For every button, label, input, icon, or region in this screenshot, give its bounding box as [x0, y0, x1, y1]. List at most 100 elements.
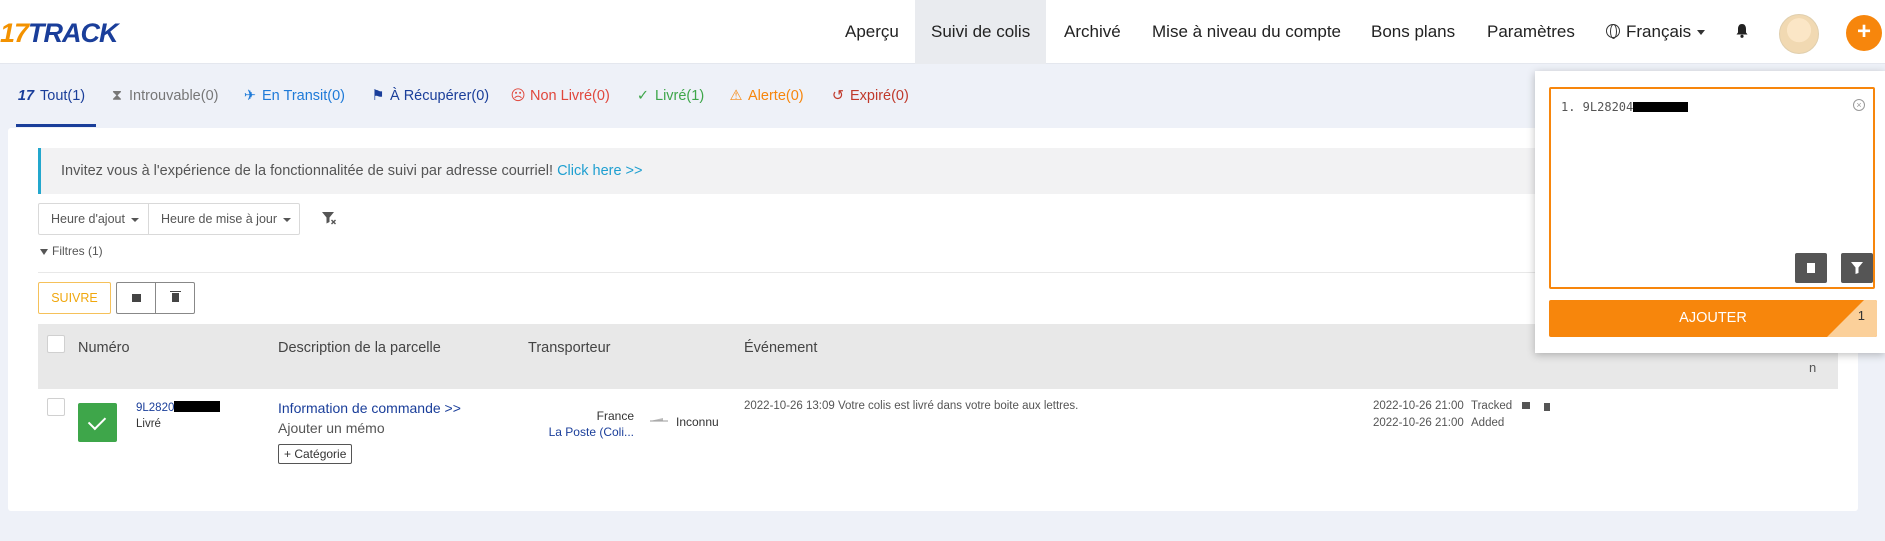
- caret-down-icon: [283, 217, 292, 222]
- top-navbar: 17TRACK Aperçu Suivi de colis Archivé Mi…: [0, 0, 1885, 64]
- language-selector[interactable]: Français: [1606, 0, 1706, 64]
- follow-button[interactable]: SUIVRE: [38, 282, 111, 314]
- banner-link[interactable]: Click here >>: [557, 163, 642, 179]
- delivered-status-icon: [78, 403, 117, 442]
- filters-label: Filtres (1): [52, 244, 103, 258]
- 17-logo-icon: 17: [17, 88, 35, 104]
- archive-icon: [1522, 402, 1530, 409]
- tracking-number-textarea[interactable]: 1. 9L28204 ×: [1549, 87, 1875, 289]
- submit-tracking-button[interactable]: AJOUTER 1: [1549, 300, 1877, 337]
- nav-apercu[interactable]: Aperçu: [829, 0, 915, 64]
- added-label: Added: [1471, 417, 1505, 429]
- trash-icon: [1544, 403, 1550, 411]
- row-checkbox[interactable]: [47, 398, 65, 416]
- select-all-checkbox[interactable]: [47, 335, 65, 353]
- origin-country: France: [596, 409, 634, 423]
- history-icon: ↺: [831, 88, 845, 104]
- tab-en-transit[interactable]: ✈ En Transit(0): [242, 65, 345, 127]
- sad-face-icon: ☹: [510, 88, 526, 104]
- tab-label: En Transit(0): [262, 88, 345, 104]
- col-carrier: Transporteur: [528, 340, 611, 356]
- archive-icon: [132, 294, 141, 302]
- banner-text: Invitez vous à l'expérience de la foncti…: [61, 163, 554, 179]
- destination-country: Inconnu: [676, 415, 719, 429]
- redaction: [1633, 102, 1689, 112]
- check-icon: ✓: [636, 88, 650, 104]
- nav-archive[interactable]: Archivé: [1048, 0, 1137, 64]
- latest-event: 2022-10-26 13:09 Votre colis est livré d…: [744, 400, 1079, 412]
- caret-down-icon: [130, 217, 139, 222]
- trash-icon: [170, 291, 181, 302]
- bulk-action-group: [116, 282, 195, 314]
- sort-updated-dropdown[interactable]: Heure de mise à jour: [149, 204, 299, 234]
- submit-label: AJOUTER: [1679, 310, 1747, 326]
- tab-expire[interactable]: ↺ Expiré(0): [830, 65, 909, 127]
- airplane-icon: ✈: [243, 88, 257, 104]
- clear-all-button[interactable]: [1795, 253, 1827, 283]
- clear-input-icon[interactable]: ×: [1853, 99, 1865, 111]
- tab-all[interactable]: 17 Tout(1): [16, 65, 96, 127]
- add-memo-link[interactable]: Ajouter un mémo: [278, 420, 385, 436]
- tab-label: Non Livré(0): [530, 88, 610, 104]
- language-label: Français: [1626, 22, 1692, 41]
- added-time: 2022-10-26 21:00: [1373, 417, 1464, 429]
- tab-label: À Récupérer(0): [390, 88, 490, 104]
- arrow-right-icon: [650, 418, 668, 422]
- add-tracking-button[interactable]: +: [1846, 15, 1882, 51]
- table-row[interactable]: 9L2820 Livré Information de commande >> …: [38, 390, 1838, 480]
- tracking-number[interactable]: 9L2820: [136, 401, 221, 414]
- tracking-entry: 1. 9L28204: [1561, 100, 1634, 114]
- tab-label: Introuvable(0): [129, 88, 219, 104]
- nav-bons-plans[interactable]: Bons plans: [1355, 0, 1471, 64]
- hourglass-icon: ⧗: [111, 88, 123, 104]
- nav-parametres[interactable]: Paramètres: [1471, 0, 1591, 64]
- tab-label: Expiré(0): [850, 88, 909, 104]
- tab-a-recuperer[interactable]: ⚑ À Récupérer(0): [370, 65, 490, 127]
- tracking-number-text: 9L2820: [136, 402, 175, 414]
- globe-icon: [1606, 24, 1620, 39]
- add-tracking-panel: 1. 9L28204 × AJOUTER 1: [1535, 71, 1885, 353]
- clear-filter-icon[interactable]: [321, 210, 337, 226]
- sort-selector: Heure d'ajout Heure de mise à jour: [38, 203, 300, 235]
- tab-non-livre[interactable]: ☹ Non Livré(0): [510, 65, 610, 127]
- col-actions: n: [1809, 360, 1817, 375]
- col-event: Événement: [744, 340, 818, 356]
- row-delete-button[interactable]: [1543, 402, 1552, 411]
- avatar[interactable]: [1779, 14, 1819, 54]
- sort-added-label: Heure d'ajout: [51, 212, 125, 226]
- nav-upgrade-account[interactable]: Mise à niveau du compte: [1136, 0, 1357, 64]
- tab-label: Livré(1): [655, 88, 705, 104]
- chevron-down-icon: [1697, 30, 1706, 36]
- sort-added-dropdown[interactable]: Heure d'ajout: [39, 204, 149, 234]
- archive-button[interactable]: [117, 283, 156, 313]
- bell-icon[interactable]: [1735, 23, 1749, 38]
- nav-suivi-de-colis[interactable]: Suivi de colis: [915, 0, 1047, 64]
- status-tabs: 17 Tout(1) ⧗ Introuvable(0) ✈ En Transit(0)…: [8, 65, 1538, 127]
- tab-label: Alerte(0): [748, 88, 804, 104]
- status-label: Livré: [136, 418, 161, 430]
- tab-alerte[interactable]: ⚠ Alerte(0): [728, 65, 804, 127]
- sort-updated-label: Heure de mise à jour: [161, 212, 278, 226]
- delete-button[interactable]: [156, 283, 195, 313]
- count-badge: 1: [1817, 300, 1877, 337]
- warning-icon: ⚠: [729, 88, 743, 104]
- logo[interactable]: 17TRACK: [0, 18, 119, 49]
- trash-icon: [1807, 263, 1815, 273]
- tab-livre[interactable]: ✓ Livré(1): [635, 65, 704, 127]
- flag-icon: ⚑: [371, 88, 385, 104]
- col-description: Description de la parcelle: [278, 340, 441, 356]
- tracked-label: Tracked: [1471, 400, 1513, 412]
- col-number: Numéro: [78, 340, 130, 356]
- add-category-button[interactable]: + Catégorie: [278, 444, 353, 464]
- count-value: 1: [1857, 308, 1865, 323]
- filter-numbers-button[interactable]: [1841, 253, 1873, 283]
- tracked-time: 2022-10-26 21:00: [1373, 400, 1464, 412]
- tab-introuvable[interactable]: ⧗ Introuvable(0): [109, 65, 219, 127]
- carrier-link[interactable]: La Poste (Coli...: [508, 425, 634, 439]
- order-info-link[interactable]: Information de commande >>: [278, 400, 461, 416]
- row-archive-button[interactable]: [1522, 402, 1531, 410]
- filter-icon: [40, 249, 48, 255]
- redaction: [174, 401, 221, 412]
- filter-icon: [1851, 262, 1863, 274]
- filters-toggle[interactable]: Filtres (1): [40, 244, 103, 258]
